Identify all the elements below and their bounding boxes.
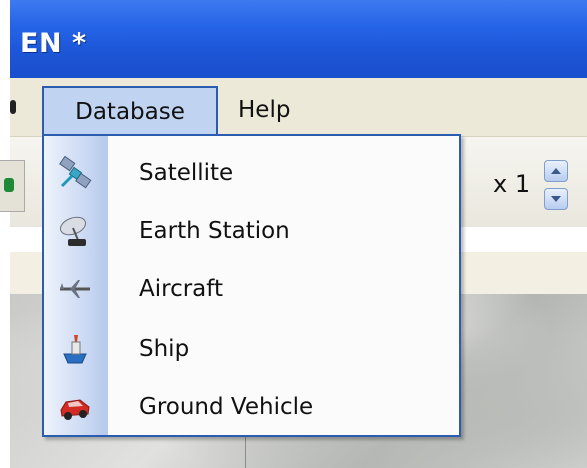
window-title: EN * <box>20 28 87 59</box>
menu-item-satellite[interactable]: Satellite <box>44 146 459 200</box>
arrow-down-icon <box>551 196 561 202</box>
menu-item-ground-vehicle[interactable]: Ground Vehicle <box>44 380 459 434</box>
arrow-up-icon <box>551 168 561 174</box>
menu-item-label: Earth Station <box>139 218 290 244</box>
toolbar-partial-icon <box>4 178 14 192</box>
menu-item-label: Ship <box>139 336 190 362</box>
menu-item-aircraft[interactable]: Aircraft <box>44 262 459 316</box>
satellite-icon <box>59 156 92 189</box>
menu-fragment-edge <box>10 100 16 114</box>
aircraft-icon <box>60 280 90 298</box>
zoom-up-button[interactable] <box>544 160 568 182</box>
zoom-down-button[interactable] <box>544 188 568 210</box>
ship-icon <box>63 335 87 364</box>
menu-item-label: Satellite <box>139 160 234 186</box>
menu-item-label: Aircraft <box>139 276 223 302</box>
menu-item-ship[interactable]: Ship <box>44 322 459 376</box>
ground-vehicle-icon <box>60 399 90 420</box>
database-dropdown-menu: Satellite Earth Station Aircraft Ship Gr… <box>42 134 461 437</box>
menu-help[interactable]: Help <box>238 86 308 134</box>
zoom-label: x 1 <box>493 170 531 198</box>
title-bar: EN * <box>10 0 587 78</box>
menu-item-earth-station[interactable]: Earth Station <box>44 204 459 258</box>
menu-database[interactable]: Database <box>42 86 218 134</box>
menu-item-label: Ground Vehicle <box>139 394 314 420</box>
earth-station-icon <box>59 216 87 246</box>
